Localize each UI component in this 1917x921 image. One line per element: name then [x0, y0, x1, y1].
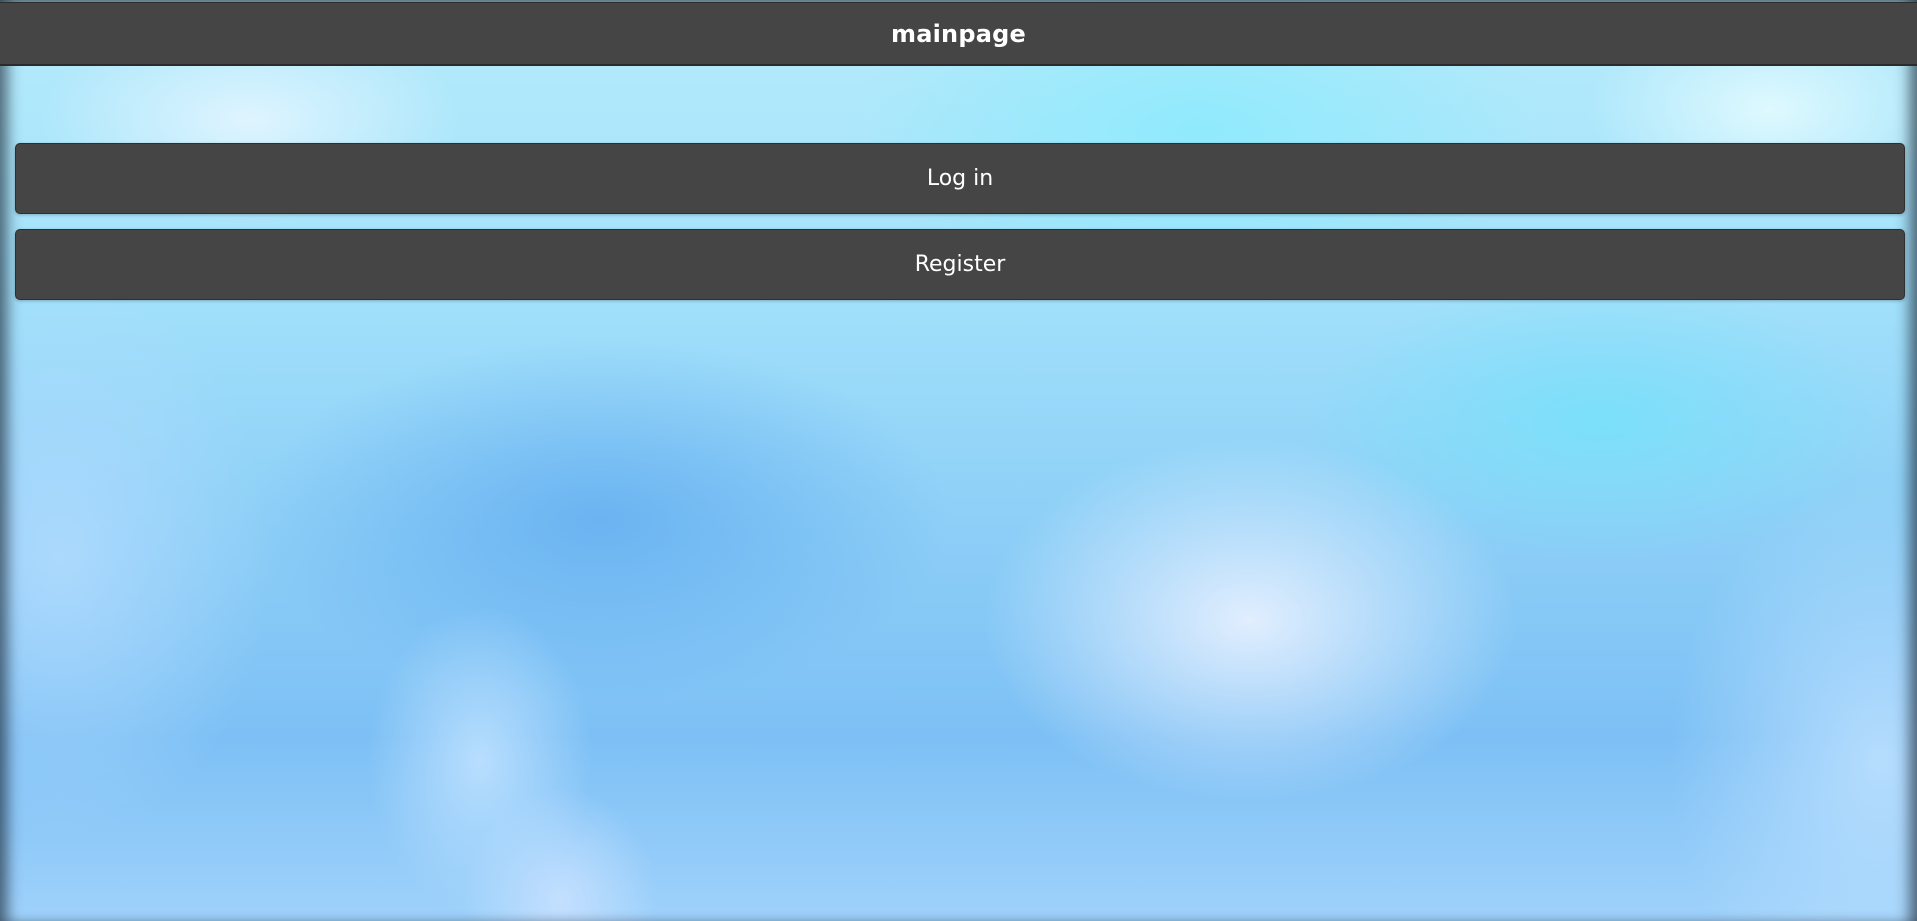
- register-button[interactable]: Register: [15, 229, 1905, 300]
- register-button-label: Register: [914, 252, 1006, 277]
- login-button[interactable]: Log in: [15, 143, 1905, 214]
- login-button-label: Log in: [926, 166, 994, 191]
- app-root: mainpage Log in Register: [0, 0, 1917, 921]
- page-title: mainpage: [891, 19, 1026, 48]
- sky-background: [0, 0, 1917, 921]
- page-header: mainpage: [0, 2, 1917, 66]
